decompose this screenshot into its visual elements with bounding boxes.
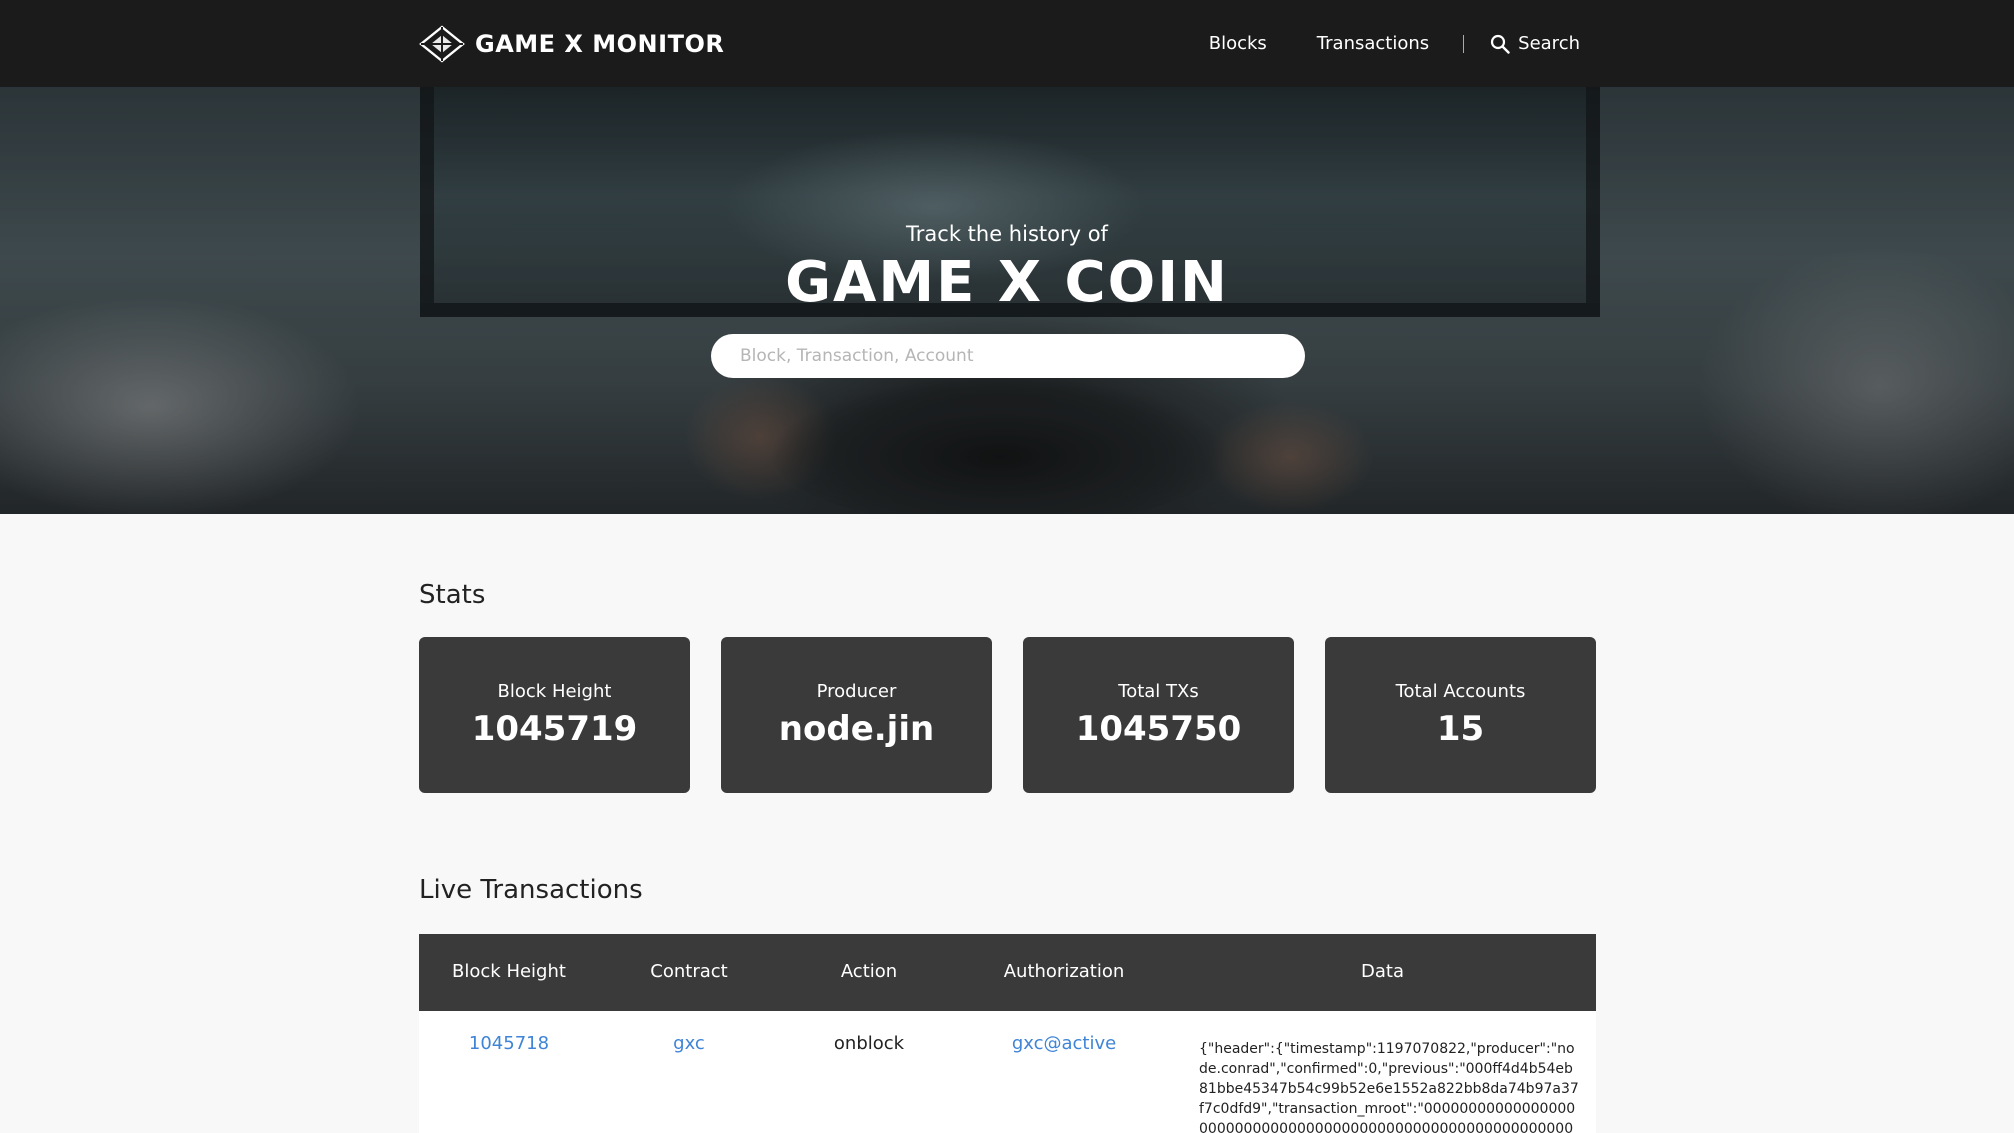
stat-value: 15 bbox=[1436, 709, 1485, 749]
stat-label: Total TXs bbox=[1118, 681, 1199, 702]
column-header-contract: Contract bbox=[650, 961, 728, 982]
nav-transactions-link[interactable]: Transactions bbox=[1317, 33, 1429, 54]
hero-search-input[interactable] bbox=[711, 334, 1305, 378]
nav-search-link[interactable]: Search bbox=[1490, 33, 1580, 54]
hero-tagline: Track the history of bbox=[906, 222, 1108, 246]
hero-banner: Track the history of GAME X COIN bbox=[0, 87, 2014, 514]
column-header-action: Action bbox=[840, 961, 898, 982]
nav-divider bbox=[1463, 34, 1465, 53]
nav-search-label: Search bbox=[1518, 33, 1580, 54]
stat-card-block-height: Block Height 1045719 bbox=[419, 637, 690, 793]
live-transactions-heading: Live Transactions bbox=[419, 875, 643, 905]
authorization-link[interactable]: gxc@active bbox=[959, 1033, 1169, 1054]
stat-card-total-accounts: Total Accounts 15 bbox=[1325, 637, 1596, 793]
nav-blocks-link[interactable]: Blocks bbox=[1209, 33, 1267, 54]
live-transactions-table: Block Height Contract Action Authorizati… bbox=[419, 934, 1596, 1133]
main-nav: Blocks Transactions Search bbox=[1209, 0, 1580, 87]
stat-card-total-txs: Total TXs 1045750 bbox=[1023, 637, 1294, 793]
table-row: 1045718 gxc onblock gxc@active {"header"… bbox=[419, 1011, 1596, 1133]
stats-heading: Stats bbox=[419, 580, 486, 610]
table-header: Block Height Contract Action Authorizati… bbox=[419, 934, 1596, 1011]
brand-home-link[interactable]: GAME X MONITOR bbox=[419, 24, 724, 64]
stat-value: 1045750 bbox=[1075, 709, 1242, 749]
stat-label: Block Height bbox=[497, 681, 612, 702]
column-header-data: Data bbox=[1361, 961, 1404, 982]
search-icon bbox=[1491, 34, 1510, 54]
block-height-link[interactable]: 1045718 bbox=[419, 1033, 599, 1054]
stat-value: 1045719 bbox=[471, 709, 638, 749]
top-navbar: GAME X MONITOR Blocks Transactions Searc… bbox=[0, 0, 2014, 87]
data-cell: {"header":{"timestamp":1197070822,"produ… bbox=[1199, 1041, 1579, 1133]
contract-link[interactable]: gxc bbox=[599, 1033, 779, 1054]
diamond-x-logo-icon bbox=[419, 25, 465, 63]
hero-title: GAME X COIN bbox=[785, 250, 1229, 315]
action-cell: onblock bbox=[833, 1033, 905, 1054]
stat-label: Producer bbox=[816, 681, 897, 702]
stat-value: node.jin bbox=[778, 709, 935, 749]
brand-name: GAME X MONITOR bbox=[475, 30, 725, 58]
stat-label: Total Accounts bbox=[1395, 681, 1526, 702]
stat-card-producer: Producer node.jin bbox=[721, 637, 992, 793]
column-header-block-height: Block Height bbox=[452, 961, 566, 982]
column-header-authorization: Authorization bbox=[1003, 961, 1125, 982]
